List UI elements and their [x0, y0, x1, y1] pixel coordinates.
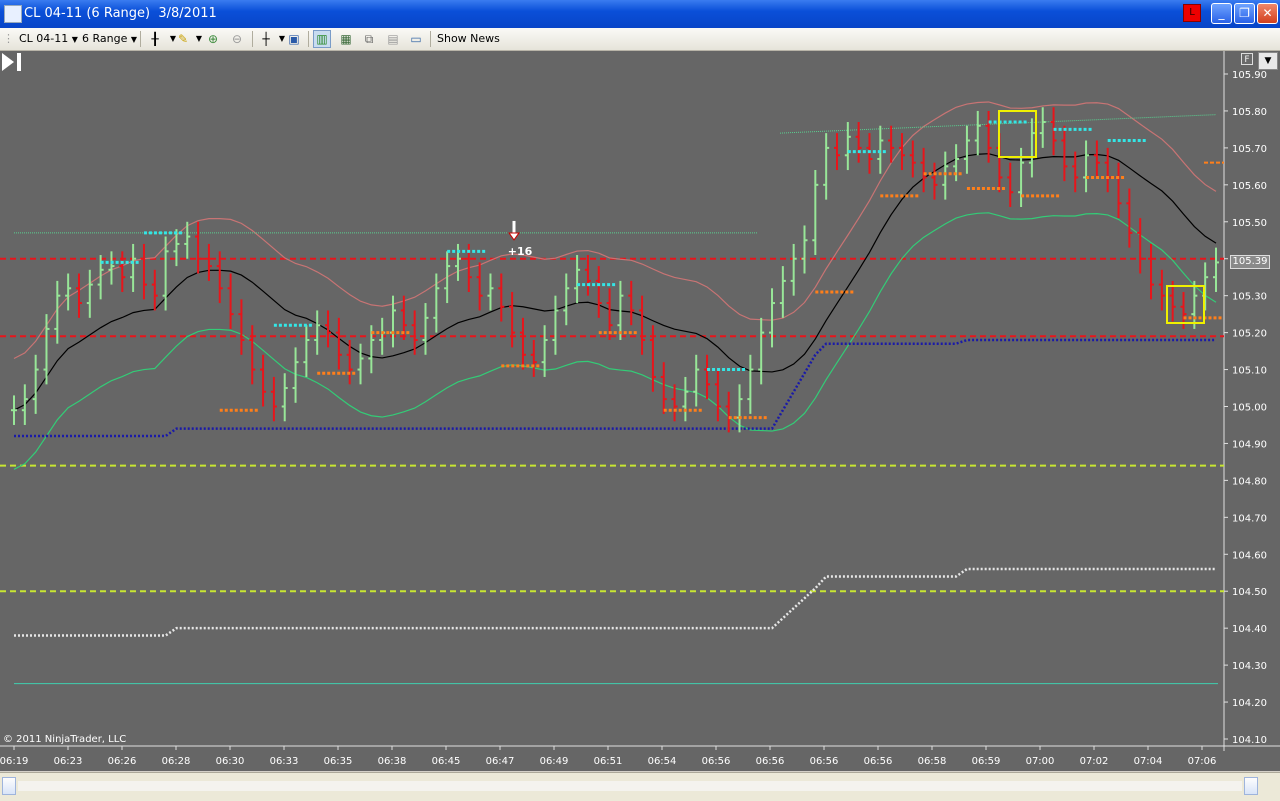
x-tick-label: 06:45: [432, 756, 461, 767]
blue-trailing-stop-line: [14, 338, 1216, 438]
highlight-box: [998, 110, 1037, 158]
x-tick-label: 06:58: [918, 756, 947, 767]
templates-icon[interactable]: ▭: [407, 30, 425, 48]
x-tick-label: 06:38: [378, 756, 407, 767]
y-tick-label: 105.60: [1232, 181, 1267, 192]
trade-marker-label: +16: [508, 245, 533, 258]
chevron-down-icon: ▼: [130, 35, 138, 44]
y-tick-label: 104.80: [1232, 476, 1267, 487]
data-box-icon[interactable]: ▣: [285, 30, 303, 48]
x-tick-label: 06:19: [0, 756, 28, 767]
x-tick-label: 06:28: [162, 756, 191, 767]
maximize-button[interactable]: ❐: [1234, 3, 1255, 24]
ninjatrader-app-icon[interactable]: [4, 5, 22, 23]
chart-trader-icon[interactable]: ▥: [313, 30, 331, 48]
x-tick-label: 06:49: [540, 756, 569, 767]
toolbar-separator: [140, 31, 141, 47]
x-tick-label: 06:47: [486, 756, 515, 767]
scroll-right-button[interactable]: [1244, 777, 1258, 795]
y-tick-label: 104.30: [1232, 661, 1267, 672]
x-tick-label: 07:00: [1026, 756, 1055, 767]
zoom-in-icon[interactable]: ⊕: [204, 30, 222, 48]
scroll-left-button[interactable]: [2, 777, 16, 795]
y-tick-label: 104.50: [1232, 587, 1267, 598]
chart-menu-dropdown[interactable]: ▼: [1258, 52, 1278, 70]
indicators-icon[interactable]: ⧉: [360, 30, 378, 48]
y-tick-label: 104.40: [1232, 624, 1267, 635]
x-tick-label: 06:54: [648, 756, 677, 767]
instrument-selector[interactable]: CL 04-11 ▼: [19, 30, 78, 48]
jump-to-end-icon[interactable]: [0, 51, 24, 73]
lower-band-line: [13, 212, 1217, 470]
y-tick-label: 105.30: [1232, 292, 1267, 303]
trade-arrow-head-icon: [508, 232, 520, 241]
x-tick-label: 06:59: [972, 756, 1001, 767]
x-tick-label: 06:23: [54, 756, 83, 767]
properties-icon[interactable]: ▤: [384, 30, 402, 48]
x-tick-label: 06:33: [270, 756, 299, 767]
format-toggle[interactable]: F: [1241, 53, 1253, 65]
x-tick-label: 07:04: [1134, 756, 1163, 767]
x-tick-label: 06:56: [702, 756, 731, 767]
chevron-down-icon: ▼: [71, 35, 78, 44]
x-tick-label: 06:26: [108, 756, 137, 767]
close-button[interactable]: ✕: [1257, 3, 1278, 24]
chart-canvas[interactable]: 105.90105.80105.70105.60105.50105.40105.…: [0, 51, 1280, 771]
show-news-button[interactable]: Show News: [437, 30, 500, 48]
y-tick-label: 105.50: [1232, 218, 1267, 229]
strategies-icon[interactable]: ▦: [337, 30, 355, 48]
y-tick-label: 104.70: [1232, 513, 1267, 524]
minimize-button[interactable]: _: [1211, 3, 1232, 24]
toolbar-separator: [252, 31, 253, 47]
y-tick-label: 104.20: [1232, 698, 1267, 709]
current-price-marker: 105.39: [1230, 255, 1270, 269]
alert-indicator[interactable]: L: [1183, 4, 1201, 22]
x-tick-label: 06:30: [216, 756, 245, 767]
y-tick-label: 105.00: [1232, 403, 1267, 414]
x-tick-label: 07:02: [1080, 756, 1109, 767]
toolbar-separator: [430, 31, 431, 47]
chart-toolbar: ⋮ CL 04-11 ▼ 6 Range ▼ ╂ ▼ ✎ ▼ ⊕ ⊖ ┼ ▼ ▣…: [0, 28, 1280, 51]
toolbar-separator: [308, 31, 309, 47]
title-bar: CL 04-11 (6 Range) 3/8/2011 L _ ❐ ✕: [0, 0, 1280, 28]
x-tick-label: 06:56: [756, 756, 785, 767]
horizontal-scrollbar[interactable]: [0, 772, 1280, 801]
x-tick-label: 07:06: [1188, 756, 1217, 767]
y-tick-label: 104.10: [1232, 735, 1267, 746]
window-title: CL 04-11 (6 Range) 3/8/2011: [24, 6, 217, 21]
y-tick-label: 105.70: [1232, 144, 1267, 155]
price-chart[interactable]: 105.90105.80105.70105.60105.50105.40105.…: [0, 51, 1280, 771]
x-tick-label: 06:35: [324, 756, 353, 767]
y-tick-label: 105.90: [1232, 70, 1267, 81]
y-tick-label: 104.60: [1232, 550, 1267, 561]
instrument-label: CL 04-11: [19, 32, 69, 45]
moving-average-line: [13, 153, 1217, 411]
interval-selector[interactable]: 6 Range ▼: [82, 30, 137, 48]
copyright-text: © 2011 NinjaTrader, LLC: [3, 734, 127, 745]
y-tick-label: 105.20: [1232, 329, 1267, 340]
y-tick-label: 105.80: [1232, 107, 1267, 118]
y-tick-label: 105.10: [1232, 366, 1267, 377]
y-tick-label: 104.90: [1232, 439, 1267, 450]
x-tick-label: 06:51: [594, 756, 623, 767]
zoom-out-icon[interactable]: ⊖: [228, 30, 246, 48]
x-tick-label: 06:56: [810, 756, 839, 767]
bar-type-icon[interactable]: ╂: [146, 30, 164, 48]
toolbar-grip: ⋮: [3, 32, 14, 45]
white-trailing-stop-line: [14, 567, 1216, 637]
interval-label: 6 Range: [82, 32, 128, 45]
scroll-track[interactable]: [18, 781, 1242, 791]
x-tick-label: 06:56: [864, 756, 893, 767]
